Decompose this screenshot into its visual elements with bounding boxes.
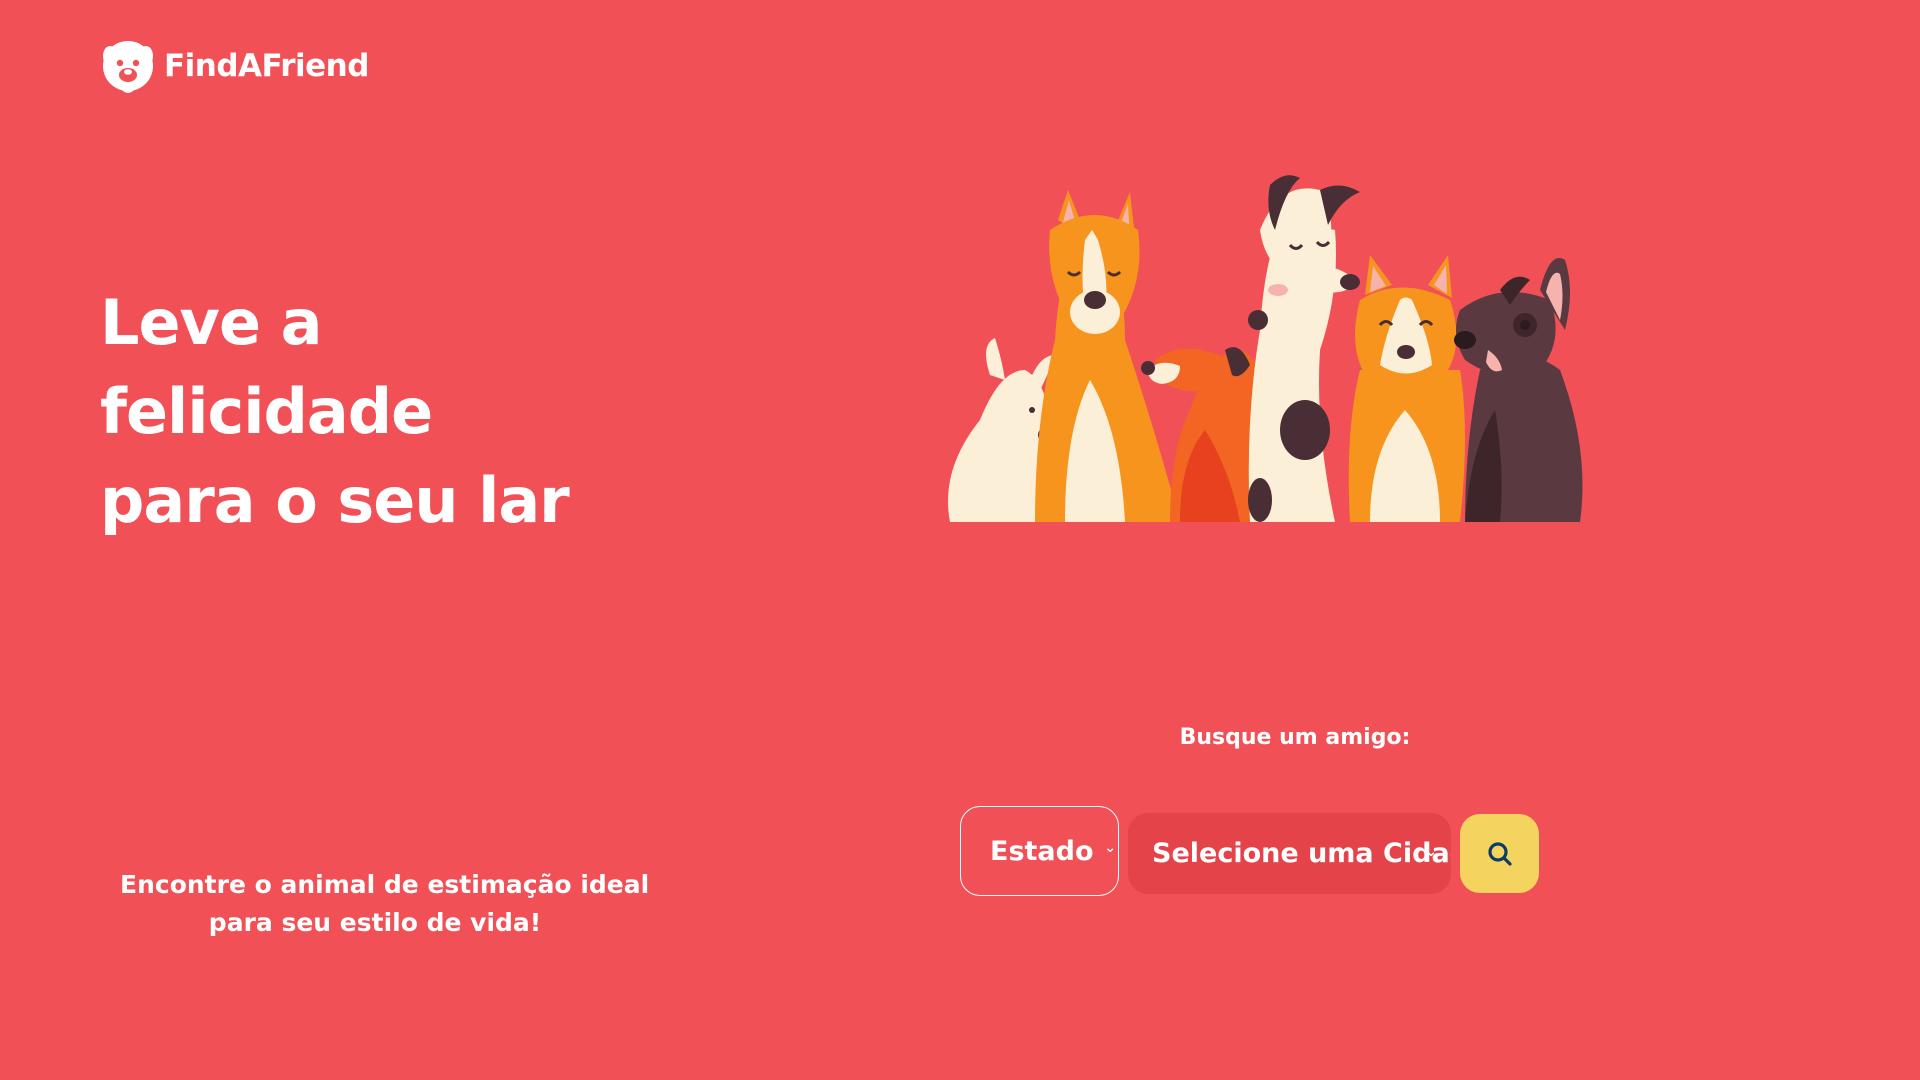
brand-name: FindAFriend: [164, 48, 369, 84]
search-label: Busque um amigo:: [1179, 725, 1411, 750]
brand-logo[interactable]: FindAFriend: [100, 38, 369, 94]
state-select[interactable]: Estado ⌄: [960, 806, 1119, 896]
hero-title: Leve a felicidade para o seu lar: [100, 278, 570, 545]
dogs-group-illustration: [948, 175, 1583, 522]
hero-title-line: felicidade: [100, 375, 433, 448]
orange-dog-left: [1035, 190, 1180, 522]
brown-dog: [1454, 258, 1583, 522]
tagline-line: Encontre o animal de estimação ideal: [120, 870, 650, 899]
hero-title-line: Leve a: [100, 286, 322, 359]
dog-face-icon: [103, 41, 153, 93]
tagline-line: para seu estilo de vida!: [208, 908, 542, 937]
city-select[interactable]: Selecione uma Cidade ⌄: [1128, 813, 1451, 894]
white-spotted-dog: [1248, 175, 1360, 522]
search-button[interactable]: [1460, 814, 1539, 893]
hero-title-line: para o seu lar: [100, 464, 570, 537]
landing-page: FindAFriend Leve a felicidade para o seu…: [0, 0, 1920, 1080]
chevron-down-icon: ⌄: [1425, 844, 1437, 860]
state-select-value: Estado: [990, 835, 1094, 867]
hero-tagline: Encontre o animal de estimação ideal par…: [120, 866, 650, 942]
chevron-down-icon: ⌄: [1104, 840, 1116, 856]
city-select-value: Selecione uma Cidade: [1152, 838, 1451, 869]
corgi-dog: [1348, 255, 1465, 522]
search-icon: [1487, 841, 1512, 866]
